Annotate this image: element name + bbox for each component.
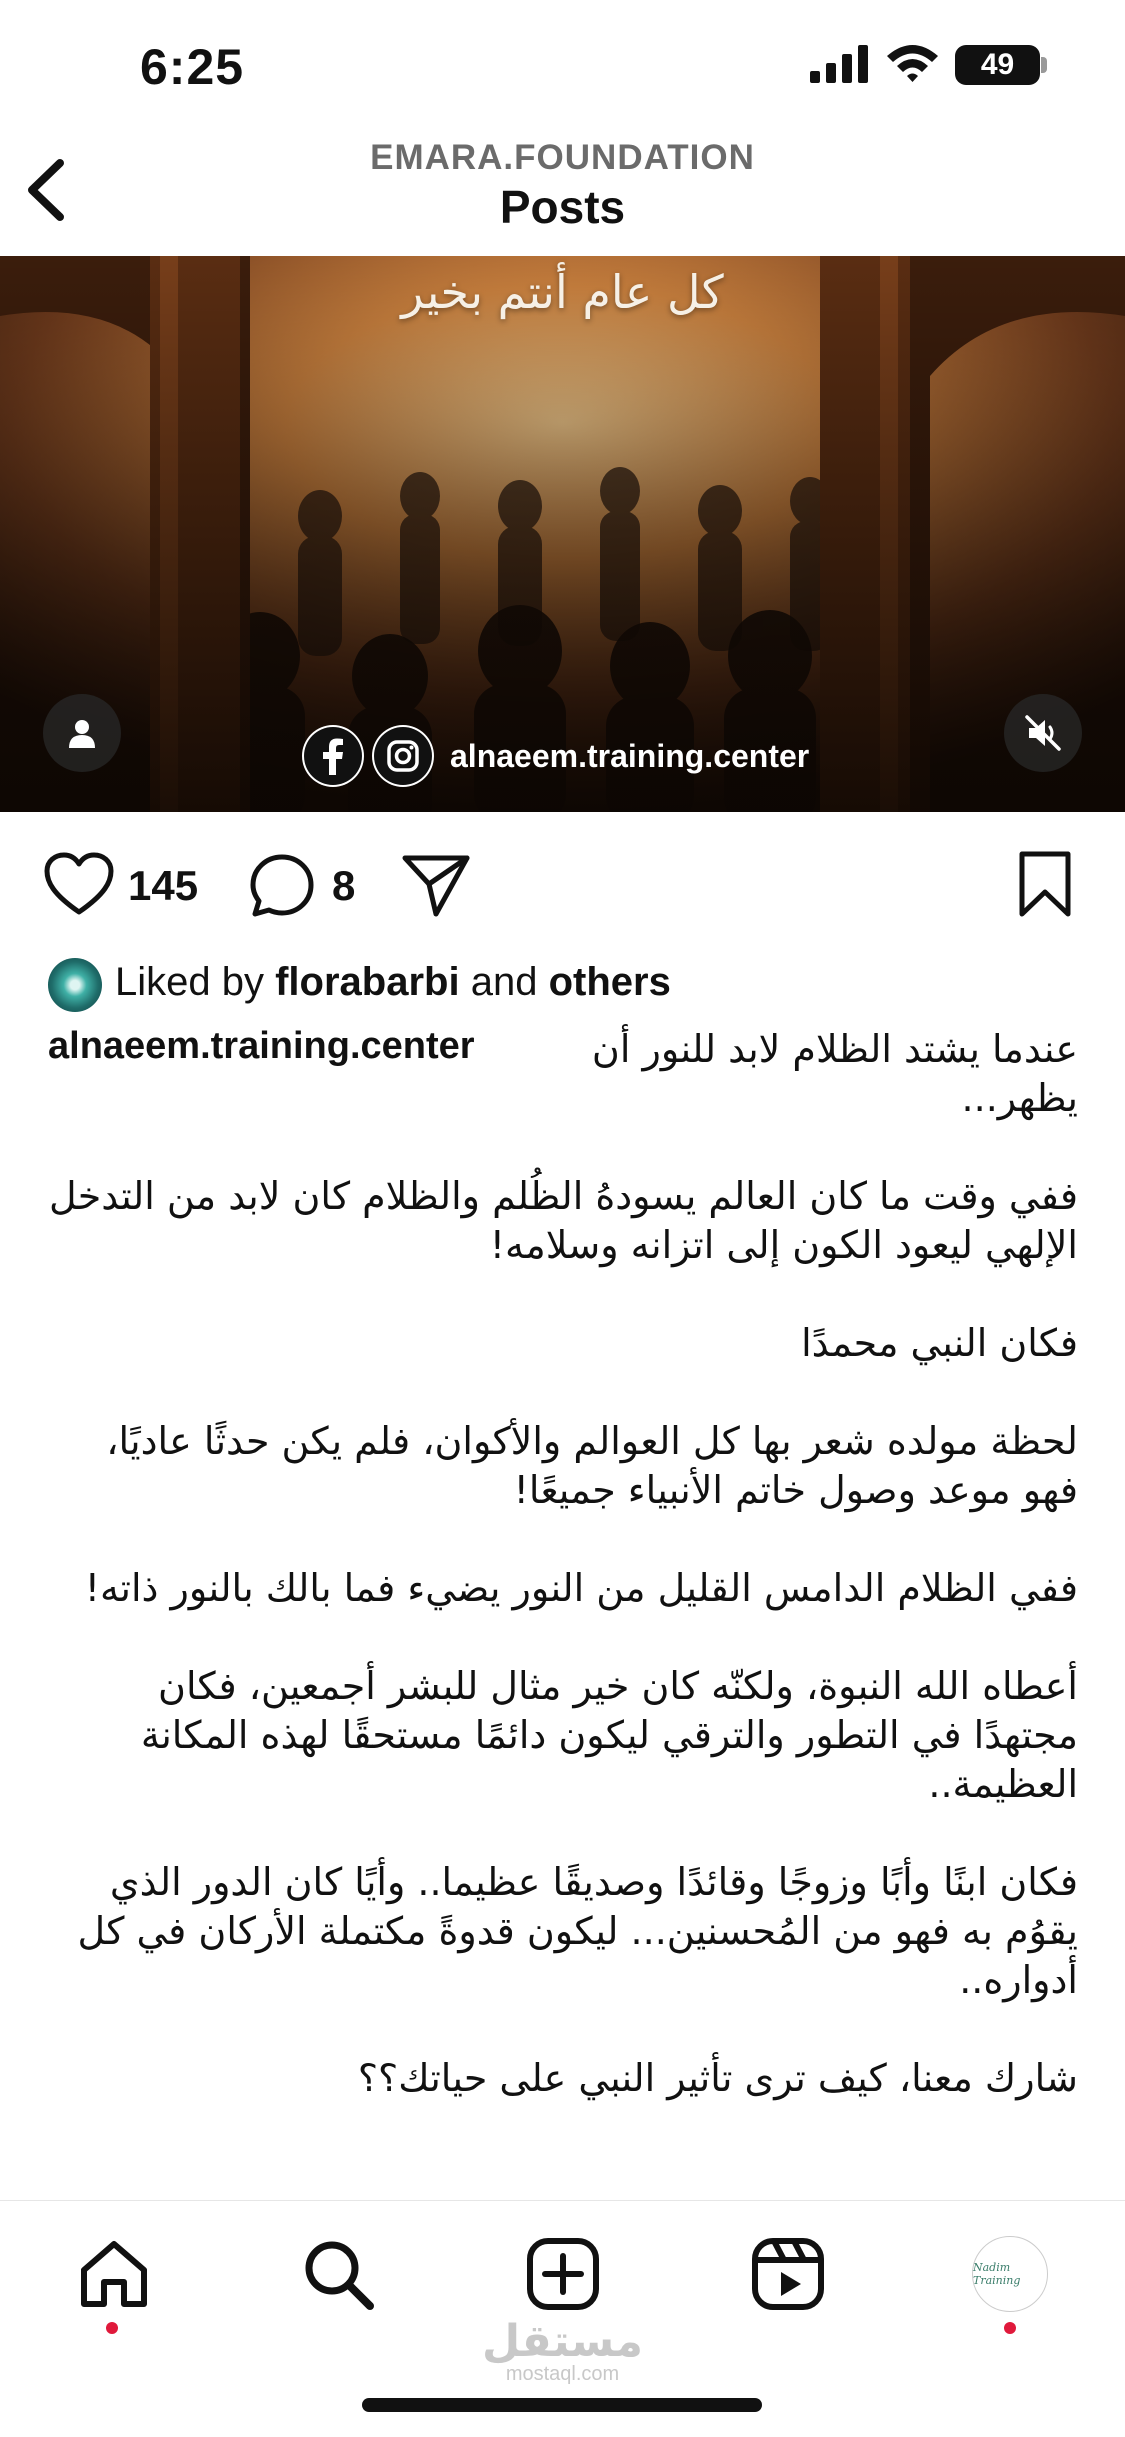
tagged-users-button[interactable] [43, 694, 121, 772]
facebook-icon [302, 725, 364, 787]
liked-by-text[interactable]: Liked by florabarbi and others [115, 960, 671, 1005]
page-title: Posts [499, 181, 626, 233]
comment-icon[interactable] [248, 852, 316, 920]
post-media[interactable] [0, 256, 1125, 812]
caption-paragraph: لحظة مولده شعر بها كل العوالم والأكوان، … [106, 1419, 1078, 1512]
mute-toggle-button[interactable] [1004, 694, 1082, 772]
caption-paragraph: شارك معنا، كيف ترى تأثير النبي على حياتك… [357, 2056, 1078, 2100]
cellular-signal-icon [810, 45, 868, 83]
profile-avatar-logo-text: Nadim Training [973, 2261, 1021, 2287]
bookmark-icon[interactable] [1016, 850, 1074, 920]
caption-paragraph: فكان النبي محمدًا [801, 1321, 1078, 1365]
media-illustration [0, 256, 1125, 812]
battery-nub [1041, 57, 1047, 73]
reels-icon[interactable] [750, 2236, 826, 2312]
battery-level: 49 [980, 48, 1015, 81]
caption-paragraph: عندما يشتد الظلام لابد للنور أن يظهر... [591, 1027, 1078, 1120]
liked-by-prefix: Liked by [115, 960, 264, 1004]
heart-icon[interactable] [43, 852, 115, 918]
liker-avatar[interactable] [48, 958, 102, 1012]
media-handle-text: alnaeem.training.center [450, 738, 810, 774]
home-icon[interactable] [76, 2236, 152, 2312]
like-count[interactable]: 145 [128, 862, 198, 910]
speaker-muted-icon [1025, 715, 1061, 751]
account-name[interactable]: EMARA.FOUNDATION [0, 138, 1125, 178]
watermark: مستقل mostaql.com [0, 2316, 1125, 2386]
paper-plane-icon[interactable] [400, 850, 472, 920]
caption-paragraph: أعطاه الله النبوة، ولكنّه كان خير مثال ل… [140, 1664, 1078, 1806]
post-caption: عندما يشتد الظلام لابد للنور أن يظهر... … [48, 1025, 1078, 2152]
caption-paragraph: ففي الظلام الدامس القليل من النور يضيء ف… [84, 1566, 1078, 1610]
search-icon[interactable] [300, 2236, 376, 2312]
status-time: 6:25 [140, 39, 245, 95]
liked-by-others[interactable]: others [549, 960, 671, 1004]
person-icon [69, 720, 95, 748]
home-indicator[interactable] [362, 2398, 762, 2412]
battery-indicator: 49 [955, 45, 1040, 85]
media-overlay-title: كل عام أنتم بخير [401, 265, 724, 319]
liked-by-user[interactable]: florabarbi [275, 960, 459, 1004]
watermark-latin: mostaql.com [505, 2363, 620, 2385]
watermark-arabic: مستقل [482, 2316, 643, 2367]
comment-count[interactable]: 8 [332, 862, 355, 910]
instagram-icon [372, 725, 434, 787]
profile-avatar[interactable]: Nadim Training [972, 2236, 1048, 2312]
caption-paragraph: فكان ابنًا وأبًا وزوجًا وقائدًا وصديقًا … [77, 1860, 1078, 2002]
wifi-icon [887, 45, 938, 82]
liked-by-and: and [470, 960, 538, 1004]
plus-square-icon[interactable] [525, 2236, 601, 2312]
caption-paragraph: ففي وقت ما كان العالم يسودهُ الظُلم والظ… [48, 1174, 1078, 1267]
